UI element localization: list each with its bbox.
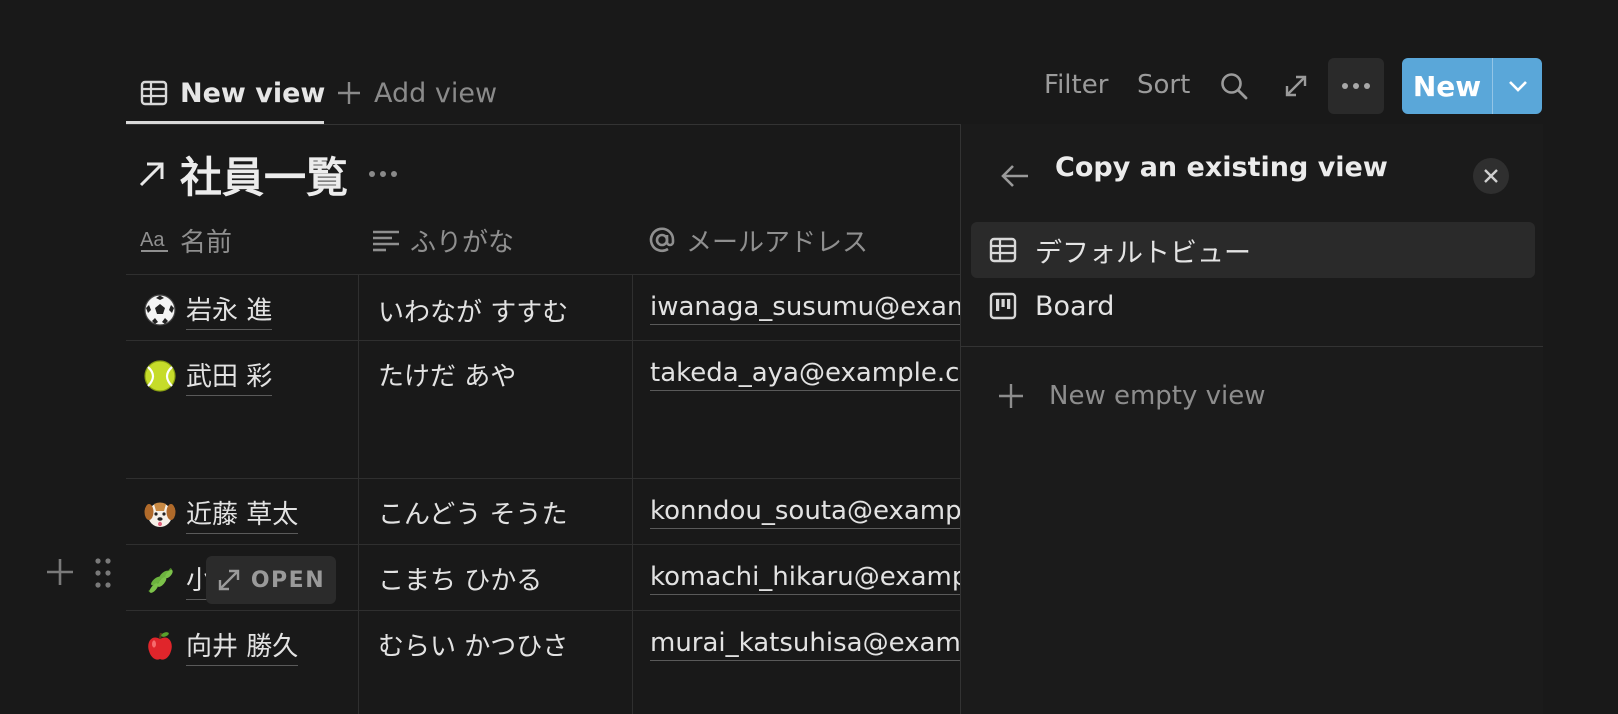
table-row-name-cell[interactable]: 向井 勝久 (144, 626, 299, 666)
panel-title: Copy an existing view (1055, 152, 1388, 183)
row-furigana[interactable]: むらい かつひさ (378, 626, 568, 663)
panel-divider (961, 346, 1543, 347)
open-row-label: OPEN (250, 567, 326, 593)
herb-icon (147, 567, 173, 594)
row-divider (126, 544, 960, 545)
search-button[interactable] (1216, 68, 1252, 104)
column-header-name[interactable]: Aa 名前 (140, 216, 232, 264)
row-email[interactable]: takeda_aya@example.com (650, 358, 960, 391)
new-empty-view-label: New empty view (1049, 381, 1266, 411)
apple-icon (148, 632, 172, 660)
dog-face-icon (144, 502, 176, 527)
search-icon (1221, 73, 1248, 100)
column-header-furigana[interactable]: ふりがな (372, 216, 514, 264)
view-option-label: Board (1035, 290, 1115, 322)
at-sign-icon (649, 227, 675, 253)
row-email[interactable]: komachi_hikaru@example.com (650, 562, 960, 595)
table-row-name-cell[interactable]: 近藤 草太 (144, 494, 299, 534)
row-furigana[interactable]: たけだ あや (378, 356, 516, 393)
table-icon (989, 237, 1017, 263)
row-divider (126, 340, 960, 341)
column-divider (358, 274, 359, 714)
back-button[interactable] (997, 158, 1033, 194)
row-furigana[interactable]: いわなが すすむ (378, 292, 568, 329)
chevron-down-icon (1508, 81, 1527, 92)
row-furigana[interactable]: こまち ひかる (378, 560, 542, 597)
new-dropdown-button[interactable] (1493, 80, 1542, 92)
database-title-text: 社員一覧 (180, 152, 349, 202)
row-name-link[interactable]: 向井 勝久 (186, 626, 299, 666)
add-row-plus-icon[interactable] (44, 556, 76, 588)
view-option-default[interactable]: デフォルトビュー (971, 222, 1535, 278)
view-option-label: デフォルトビュー (1035, 237, 1251, 269)
row-email[interactable]: murai_katsuhisa@example.com (650, 628, 960, 661)
tennis-ball-icon (144, 360, 176, 392)
soccer-ball-icon (144, 294, 176, 326)
title-aa-icon: Aa (140, 229, 168, 252)
plus-icon (999, 384, 1023, 408)
close-panel-button[interactable] (1473, 158, 1509, 194)
text-lines-icon (373, 230, 399, 252)
table-row-name-cell[interactable]: 岩永 進 (144, 290, 273, 330)
open-full-page-button[interactable] (1278, 68, 1314, 104)
column-header-label: 名前 (180, 227, 233, 258)
row-furigana[interactable]: こんどう そうた (378, 494, 568, 531)
table-area: 社員一覧 Aa 名前 ふりがな メールアドレス 岩永 進 いわなが すすむ iw… (0, 0, 960, 714)
new-button[interactable]: New (1402, 70, 1492, 103)
new-empty-view-button[interactable]: New empty view (997, 372, 1266, 420)
sort-button[interactable]: Sort (1137, 70, 1190, 100)
column-header-email[interactable]: メールアドレス (648, 216, 868, 264)
expand-arrows-icon (218, 569, 240, 591)
row-email[interactable]: iwanaga_susumu@example.com (650, 292, 960, 325)
new-button-group: New (1402, 58, 1542, 114)
linked-database-arrow-icon (139, 162, 164, 187)
row-divider (126, 274, 960, 275)
copy-view-panel: Copy an existing view デフォルトビュー Board New… (960, 124, 1543, 714)
database-options-icon[interactable] (368, 170, 398, 178)
column-header-label: メールアドレス (686, 227, 869, 258)
expand-arrows-icon (1285, 75, 1307, 97)
ellipsis-icon (1342, 83, 1370, 89)
view-option-board[interactable]: Board (971, 278, 1535, 334)
column-divider (632, 274, 633, 714)
board-icon (989, 292, 1017, 320)
more-options-button[interactable] (1328, 58, 1384, 114)
row-name-link[interactable]: 近藤 草太 (186, 494, 299, 534)
row-name-link[interactable]: 武田 彩 (186, 356, 273, 396)
table-row-name-cell[interactable]: 武田 彩 (144, 356, 273, 396)
open-row-button[interactable]: OPEN (206, 556, 336, 604)
arrow-left-icon (1001, 165, 1028, 187)
svg-text:Aa: Aa (140, 229, 165, 251)
table-row-name-cell[interactable]: 小 (144, 560, 213, 600)
row-divider (126, 610, 960, 611)
close-icon (1484, 169, 1498, 183)
database-title[interactable]: 社員一覧 (136, 140, 398, 208)
row-email[interactable]: konndou_souta@example.com (650, 496, 960, 529)
column-header-label: ふりがな (410, 227, 515, 258)
drag-handle-icon[interactable] (92, 556, 114, 590)
row-divider (126, 478, 960, 479)
filter-button[interactable]: Filter (1044, 70, 1108, 100)
row-name-link[interactable]: 岩永 進 (186, 290, 273, 330)
